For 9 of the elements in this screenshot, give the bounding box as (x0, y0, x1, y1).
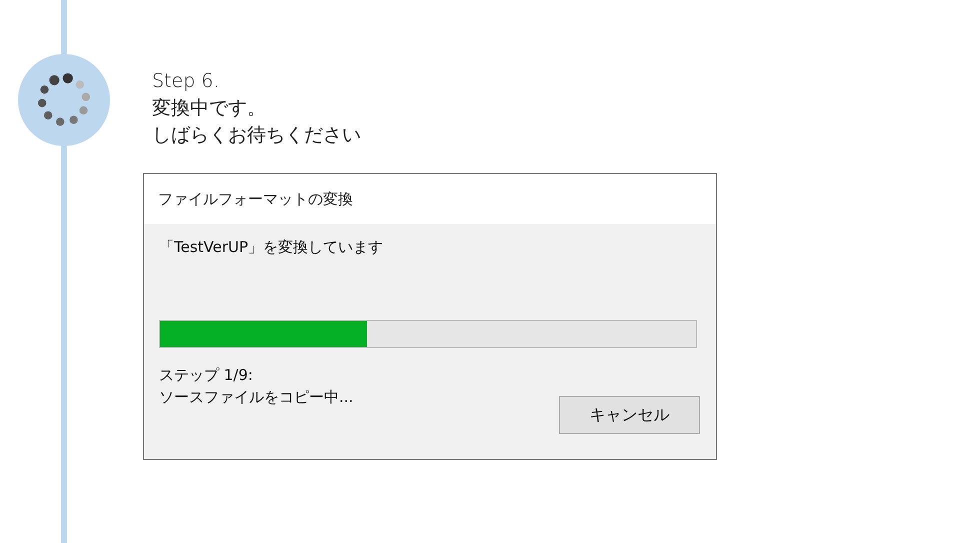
cancel-button[interactable]: キャンセル (559, 396, 700, 434)
dialog-title: ファイルフォーマットの変換 (158, 190, 353, 208)
loading-spinner-icon (18, 54, 110, 146)
step-heading: Step 6. (152, 69, 220, 94)
status-text: ソースファイルをコピー中... (159, 387, 354, 408)
step-description: しばらくお待ちください (152, 123, 362, 148)
dialog-message: 「TestVerUP」を変換しています (159, 238, 384, 258)
step-description: 変換中です。 (152, 96, 267, 121)
status-text: ステップ 1/9: (159, 365, 254, 386)
